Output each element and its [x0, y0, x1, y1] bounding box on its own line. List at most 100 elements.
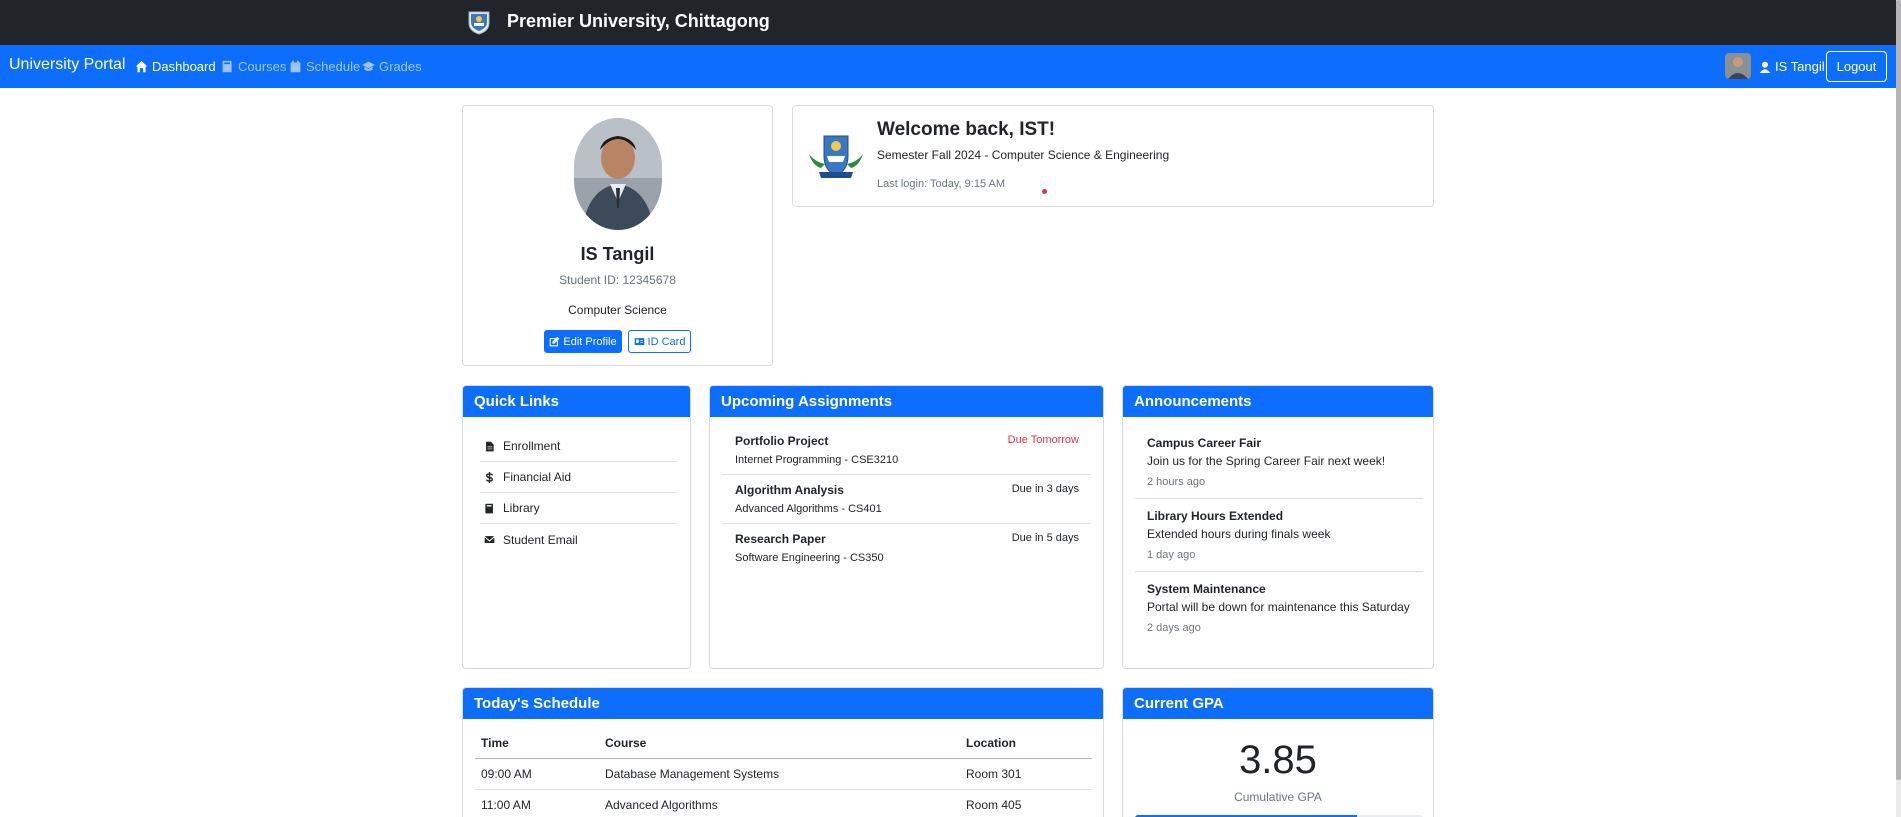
welcome-heading: Welcome back, IST!	[877, 119, 1056, 140]
nav-grades-label: Grades	[379, 59, 422, 74]
assignment-course: Software Engineering - CS350	[735, 552, 884, 564]
quick-link-student-email[interactable]: Student Email	[480, 524, 677, 555]
assignments-list: Portfolio Project Internet Programming -…	[722, 426, 1091, 573]
gpa-label: Cumulative GPA	[1234, 790, 1322, 804]
assignment-due: Due in 5 days	[1011, 532, 1079, 544]
announcement-title: System Maintenance	[1147, 582, 1266, 596]
portal-brand-link[interactable]: University Portal	[9, 56, 125, 74]
welcome-card: Welcome back, IST! Semester Fall 2024 - …	[792, 105, 1434, 207]
table-row[interactable]: 11:00 AM Advanced Algorithms Room 405	[475, 789, 1092, 817]
book-icon	[222, 60, 232, 73]
university-title: Premier University, Chittagong	[507, 11, 770, 31]
announcement-title: Campus Career Fair	[1147, 436, 1262, 450]
assignment-title: Portfolio Project	[735, 434, 829, 448]
announcement-item[interactable]: Campus Career Fair Join us for the Sprin…	[1135, 426, 1423, 499]
announcement-item[interactable]: Library Hours Extended Extended hours du…	[1135, 499, 1423, 572]
quick-link-label: Student Email	[503, 532, 578, 547]
id-card-button[interactable]: ID Card	[628, 330, 691, 353]
department: Computer Science	[568, 303, 667, 317]
quick-link-financial-aid[interactable]: Financial Aid	[480, 462, 677, 493]
nav-schedule-label: Schedule	[306, 59, 361, 74]
announcements-list: Campus Career Fair Join us for the Sprin…	[1135, 426, 1423, 644]
edit-profile-label: Edit Profile	[563, 335, 617, 348]
nav-courses-label: Courses	[238, 59, 287, 74]
assignment-item[interactable]: Research Paper Software Engineering - CS…	[722, 524, 1091, 573]
logout-button[interactable]: Logout	[1826, 51, 1887, 82]
dollar-icon	[486, 471, 493, 483]
file-icon	[486, 441, 494, 451]
announcement-item[interactable]: System Maintenance Portal will be down f…	[1135, 572, 1423, 644]
user-avatar[interactable]	[1725, 53, 1751, 79]
schedule-title: Today's Schedule	[463, 688, 1103, 719]
assignments-title: Upcoming Assignments	[710, 386, 1103, 417]
announcement-title: Library Hours Extended	[1147, 509, 1284, 523]
nav-schedule[interactable]: Schedule	[289, 59, 360, 74]
schedule-time: 09:00 AM	[475, 758, 599, 790]
nav-courses[interactable]: Courses	[221, 59, 286, 74]
top-header-bar: Premier University, Chittagong	[0, 0, 1901, 45]
schedule-course: Advanced Algorithms	[599, 789, 960, 817]
schedule-card: Today's Schedule Time Course Location 09…	[462, 687, 1104, 817]
announcements-card: Announcements Campus Career Fair Join us…	[1122, 385, 1434, 669]
announcement-time: 2 days ago	[1147, 622, 1201, 634]
announcement-body: Extended hours during finals week	[1147, 527, 1331, 541]
quick-links-list: Enrollment Financial Aid Library Student…	[480, 431, 677, 555]
schedule-course: Database Management Systems	[599, 758, 960, 790]
nav-dashboard[interactable]: Dashboard	[135, 59, 216, 74]
gpa-value: 3.85	[1239, 738, 1317, 782]
user-name-label: IS Tangil	[1775, 59, 1825, 74]
announcement-body: Join us for the Spring Career Fair next …	[1147, 454, 1386, 468]
quick-links-card: Quick Links Enrollment Financial Aid Lib…	[462, 385, 691, 669]
id-card-label: ID Card	[647, 335, 686, 348]
calendar-icon	[290, 60, 301, 73]
assignments-card: Upcoming Assignments Portfolio Project I…	[709, 385, 1104, 669]
quick-link-enrollment[interactable]: Enrollment	[480, 431, 677, 462]
user-icon	[1759, 61, 1771, 73]
profile-photo	[574, 118, 662, 230]
assignment-title: Research Paper	[735, 532, 826, 546]
assignment-due: Due in 3 days	[1011, 483, 1079, 495]
last-login: Last login: Today, 9:15 AM	[877, 178, 1006, 190]
announcement-body: Portal will be down for maintenance this…	[1147, 600, 1410, 614]
student-id: Student ID: 12345678	[559, 273, 676, 287]
schedule-location: Room 405	[960, 789, 1092, 817]
id-card-icon	[634, 338, 644, 345]
university-crest-icon	[468, 11, 490, 35]
quick-link-label: Library	[503, 501, 540, 515]
gpa-title: Current GPA	[1123, 688, 1433, 719]
table-row[interactable]: 09:00 AM Database Management Systems Roo…	[475, 758, 1092, 790]
avatar-image	[1725, 53, 1751, 79]
assignment-item[interactable]: Algorithm Analysis Advanced Algorithms -…	[722, 475, 1091, 524]
announcements-title: Announcements	[1123, 386, 1433, 417]
main-navbar: University Portal Dashboard Courses Sche…	[0, 45, 1901, 88]
edit-profile-button[interactable]: Edit Profile	[544, 330, 622, 353]
column-header-location: Location	[960, 728, 1092, 759]
announcement-time: 2 hours ago	[1147, 476, 1206, 488]
schedule-header-row: Time Course Location	[475, 728, 1092, 759]
home-icon	[135, 60, 148, 73]
semester-info: Semester Fall 2024 - Computer Science & …	[877, 148, 1170, 162]
book-icon	[485, 503, 493, 513]
profile-card: IS Tangil Student ID: 12345678 Computer …	[462, 105, 773, 366]
schedule-table: Time Course Location 09:00 AM Database M…	[475, 728, 1092, 817]
announcement-time: 1 day ago	[1147, 549, 1196, 561]
quick-link-label: Enrollment	[503, 439, 561, 453]
graduation-cap-icon	[362, 61, 375, 71]
schedule-time: 11:00 AM	[475, 789, 599, 817]
quick-link-label: Financial Aid	[503, 470, 572, 484]
gpa-card: Current GPA 3.85 Cumulative GPA	[1122, 687, 1434, 817]
user-menu[interactable]: IS Tangil	[1759, 59, 1825, 74]
nav-grades[interactable]: Grades	[362, 59, 422, 74]
status-dot	[1042, 189, 1047, 194]
quick-links-title: Quick Links	[463, 386, 690, 417]
assignment-course: Advanced Algorithms - CS401	[735, 503, 882, 515]
envelope-icon	[484, 536, 495, 543]
profile-name: IS Tangil	[580, 244, 655, 264]
schedule-location: Room 301	[960, 758, 1092, 790]
edit-icon	[550, 336, 560, 347]
assignment-title: Algorithm Analysis	[735, 483, 844, 497]
assignment-item[interactable]: Portfolio Project Internet Programming -…	[722, 426, 1091, 475]
column-header-time: Time	[475, 728, 599, 759]
page-scrollbar-thumb[interactable]	[1896, 0, 1901, 780]
quick-link-library[interactable]: Library	[480, 493, 677, 524]
